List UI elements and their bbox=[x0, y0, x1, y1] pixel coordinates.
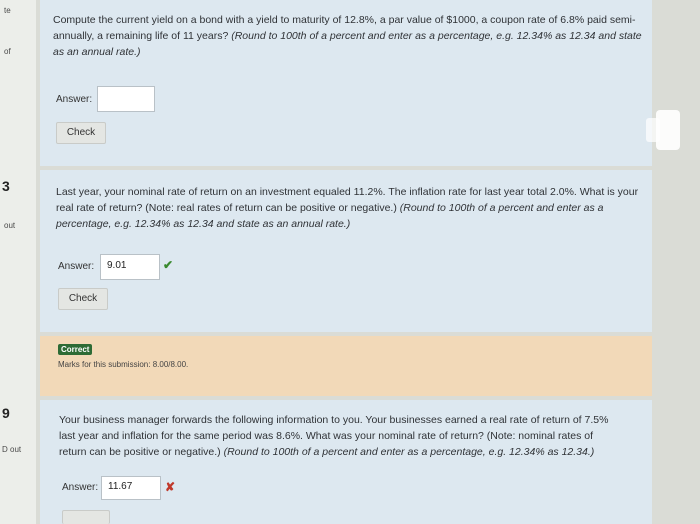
question-2-text: Last year, your nominal rate of return o… bbox=[56, 184, 641, 232]
answer-label: Answer: bbox=[62, 482, 99, 493]
cross-icon: ✘ bbox=[165, 480, 176, 494]
sidebar-question-number: 9 bbox=[2, 405, 10, 421]
question-3-instructions: (Round to 100th of a percent and enter a… bbox=[223, 446, 595, 458]
sidebar-fragment: of bbox=[4, 47, 11, 56]
sidebar-fragment: D out bbox=[2, 445, 22, 454]
sidebar-fragment: out bbox=[4, 221, 16, 230]
answer-input-q1[interactable] bbox=[97, 86, 155, 112]
question-3-text: Your business manager forwards the follo… bbox=[59, 412, 619, 460]
answer-input-q3[interactable]: 11.67 bbox=[101, 476, 161, 500]
check-button-q2[interactable]: Check bbox=[58, 288, 108, 310]
answer-input-q2[interactable]: 9.01 bbox=[100, 254, 160, 280]
check-button-q1[interactable]: Check bbox=[56, 122, 106, 144]
answer-label: Answer: bbox=[56, 94, 93, 105]
screen-glare bbox=[646, 118, 660, 142]
correct-badge: Correct bbox=[58, 344, 93, 355]
answer-label: Answer: bbox=[58, 261, 95, 272]
sidebar-question-number: 3 bbox=[2, 178, 10, 194]
sidebar-fragment: te bbox=[4, 6, 11, 15]
question-nav-sidebar: te of 3 out 9 D out bbox=[0, 0, 36, 524]
check-icon: ✔ bbox=[163, 258, 174, 272]
check-button-q3[interactable] bbox=[62, 510, 110, 524]
submission-marks: Marks for this submission: 8.00/8.00. bbox=[58, 360, 189, 369]
question-1-text: Compute the current yield on a bond with… bbox=[53, 12, 645, 60]
